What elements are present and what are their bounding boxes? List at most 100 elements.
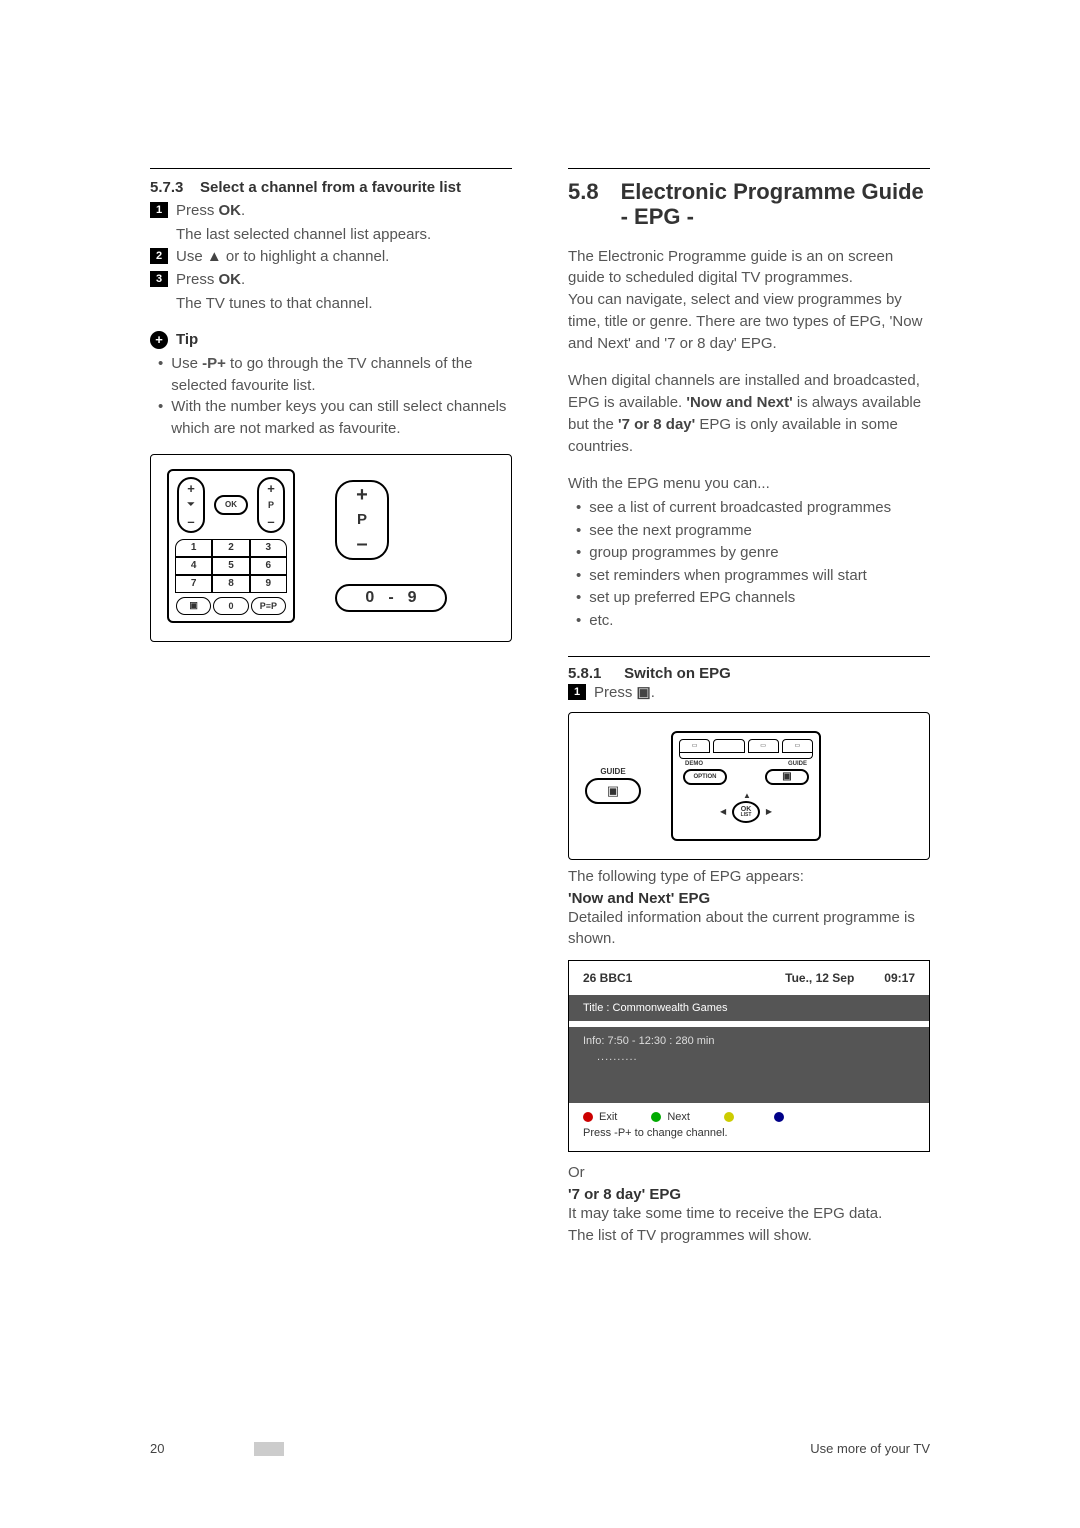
n1: 1: [175, 539, 212, 557]
feat-4: set up preferred EPG channels: [568, 587, 930, 610]
n0: 0: [213, 597, 248, 615]
n3: 3: [250, 539, 287, 557]
kw: '7 or 8 day': [618, 416, 695, 433]
epg-date: Tue., 12 Sep: [785, 971, 854, 985]
feat-0: see a list of current broadcasted progra…: [568, 497, 930, 520]
plus: +: [187, 481, 195, 496]
dots: ..........: [597, 1051, 915, 1063]
epg-channel: 26 BBC1: [583, 971, 632, 985]
section-5-7-3-title: 5.7.3 Select a channel from a favourite …: [150, 179, 512, 196]
h2-title: Electronic Programme Guide - EPG -: [621, 179, 930, 230]
7-8-day-title: '7 or 8 day' EPG: [568, 1186, 930, 1203]
blue-dot-icon: [774, 1112, 784, 1122]
step-badge-3: 3: [150, 271, 168, 287]
epg-time: 09:17: [884, 971, 915, 985]
rule: [150, 168, 512, 169]
next: Next: [651, 1111, 690, 1123]
tb3: ▭: [748, 739, 779, 753]
step-1-581: 1 Press ▣.: [568, 682, 930, 704]
t: .: [241, 271, 245, 288]
h2-num: 5.8: [568, 179, 599, 205]
tip-bullet-1: Use -P+ to go through the TV channels of…: [150, 353, 512, 397]
list: LIST: [741, 813, 752, 818]
plus: +: [356, 484, 368, 507]
right-arrow-icon: ▶: [766, 807, 772, 816]
page-footer: 20 Use more of your TV: [150, 1441, 930, 1456]
sectxt: Switch on EPG: [624, 665, 731, 682]
tip-label: Tip: [176, 331, 198, 348]
minus: –: [356, 533, 367, 556]
page-number: 20: [150, 1441, 164, 1456]
after-guide: The following type of EPG appears:: [568, 866, 930, 888]
pip-left: ▣: [176, 597, 211, 615]
plus: +: [267, 481, 275, 496]
info: Info: 7:50 - 12:30 : 280 min: [583, 1035, 915, 1047]
bar: [679, 753, 813, 759]
red-dot-icon: [583, 1112, 593, 1122]
yellow: [724, 1111, 740, 1123]
kw: OK: [219, 271, 242, 288]
rule: [568, 656, 930, 657]
guide-btn: ▣: [765, 769, 809, 785]
epg-header: 26 BBC1 Tue., 12 Sep 09:17: [569, 961, 929, 995]
n5: 5: [212, 557, 249, 575]
green-dot-icon: [651, 1112, 661, 1122]
heading-5-8: 5.8 Electronic Programme Guide - EPG -: [568, 179, 930, 230]
t: Press: [594, 684, 637, 701]
minus: –: [187, 514, 194, 529]
guide-figure: GUIDE ▣ ▭ ▭ ▭ DEMO GUIDE OPTION ▣: [568, 712, 930, 860]
intro: The Electronic Programme guide is an on …: [568, 246, 930, 355]
feat-1: see the next programme: [568, 520, 930, 543]
epg-title: Title : Commonwealth Games: [569, 995, 929, 1021]
numpad: 1 2 3 4 5 6 7 8 9: [175, 539, 287, 593]
feat-5: etc.: [568, 610, 930, 633]
thumb-tab: [254, 1442, 284, 1456]
step-badge-1: 1: [568, 684, 586, 700]
step3-after: The TV tunes to that channel.: [176, 293, 512, 315]
n9: 9: [408, 589, 417, 607]
prog-rocker: + P –: [257, 477, 285, 533]
remote-body: + ⏷ – OK + P – 1 2 3: [167, 469, 295, 623]
tb2: [713, 739, 744, 753]
t: .: [651, 684, 655, 701]
feature-list: see a list of current broadcasted progra…: [568, 497, 930, 632]
n9: 9: [250, 575, 287, 593]
tip-heading: + Tip: [150, 331, 512, 349]
ok-btn: OK LIST: [732, 801, 760, 823]
label: GUIDE: [600, 767, 625, 776]
dash: -: [388, 589, 393, 607]
option-btn: OPTION: [683, 769, 727, 785]
section-name: Use more of your TV: [810, 1441, 930, 1456]
kw: -P+: [202, 355, 226, 372]
or: Or: [568, 1162, 930, 1184]
t: .: [241, 202, 245, 219]
remote-figure: + ⏷ – OK + P – 1 2 3: [150, 454, 512, 642]
step-1: 1 Press OK.: [150, 200, 512, 222]
7-8-day-l2: The list of TV programmes will show.: [568, 1225, 930, 1247]
exit: Exit: [583, 1111, 617, 1123]
minus: –: [267, 514, 274, 529]
t: Press: [176, 202, 219, 219]
step-2: 2 Use ▲ or to highlight a channel.: [150, 246, 512, 268]
n2: 2: [212, 539, 249, 557]
now-next-title: 'Now and Next' EPG: [568, 890, 930, 907]
epg-info: Info: 7:50 - 12:30 : 280 min ..........: [569, 1027, 929, 1103]
t: Use: [171, 355, 202, 372]
tip-bullet-2: With the number keys you can still selec…: [150, 396, 512, 440]
pip: P≡P: [251, 597, 286, 615]
guide-icon: ▣: [637, 684, 651, 701]
epg-foot-text: Press -P+ to change channel.: [583, 1127, 915, 1139]
tip-icon: +: [150, 331, 168, 349]
epg-now-next-box: 26 BBC1 Tue., 12 Sep 09:17 Title : Commo…: [568, 960, 930, 1152]
t: Press: [176, 271, 219, 288]
feat-2: group programmes by genre: [568, 542, 930, 565]
epg-footer: Exit Next Press -P+ to change channel.: [569, 1103, 929, 1151]
callouts: + P – 0 - 9: [335, 480, 447, 612]
now-next-desc: Detailed information about the current p…: [568, 907, 930, 951]
callout-0-9: 0 - 9: [335, 584, 447, 612]
ok-btn: OK: [214, 495, 248, 515]
n4: 4: [175, 557, 212, 575]
vol-icon: ⏷: [187, 499, 194, 510]
callout-p: + P –: [335, 480, 389, 560]
feat-3: set reminders when programmes will start: [568, 565, 930, 588]
